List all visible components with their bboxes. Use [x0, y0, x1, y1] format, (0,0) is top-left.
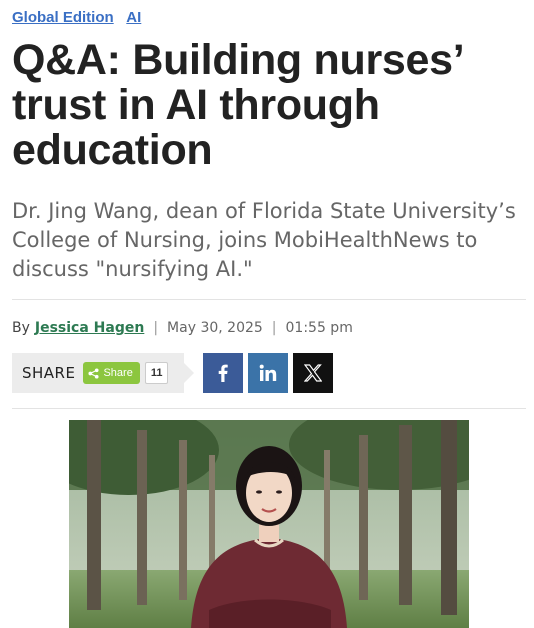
divider: [12, 408, 526, 409]
article-headline: Q&A: Building nurses’ trust in AI throug…: [12, 36, 463, 174]
share-button-label: Share: [103, 367, 133, 379]
breadcrumb-global-edition[interactable]: Global Edition: [12, 9, 114, 26]
linkedin-icon: [259, 364, 277, 381]
portrait-photo: [69, 420, 469, 628]
by-label: By: [12, 320, 30, 336]
breadcrumb-ai[interactable]: AI: [126, 9, 141, 26]
divider: [12, 299, 526, 300]
share-bar: SHARE Share 11: [12, 353, 194, 393]
share-button[interactable]: Share: [83, 362, 140, 384]
share-label: SHARE: [22, 364, 76, 382]
facebook-icon: [218, 364, 228, 382]
share-count: 11: [144, 362, 169, 384]
breadcrumb: Global Edition AI: [12, 9, 150, 26]
x-share-button[interactable]: [293, 353, 333, 393]
facebook-share-button[interactable]: [203, 353, 243, 393]
byline-separator: |: [271, 320, 277, 336]
byline-separator: |: [153, 320, 159, 336]
share-icon: [88, 367, 100, 379]
author-link[interactable]: Jessica Hagen: [35, 320, 144, 336]
linkedin-share-button[interactable]: [248, 353, 288, 393]
x-icon: [304, 364, 322, 382]
byline: By Jessica Hagen | May 30, 2025 | 01:55 …: [12, 320, 353, 336]
publish-date: May 30, 2025: [167, 320, 263, 336]
article-subheadline: Dr. Jing Wang, dean of Florida State Uni…: [12, 199, 516, 281]
article-hero-image: [69, 420, 469, 628]
publish-time: 01:55 pm: [285, 320, 353, 336]
